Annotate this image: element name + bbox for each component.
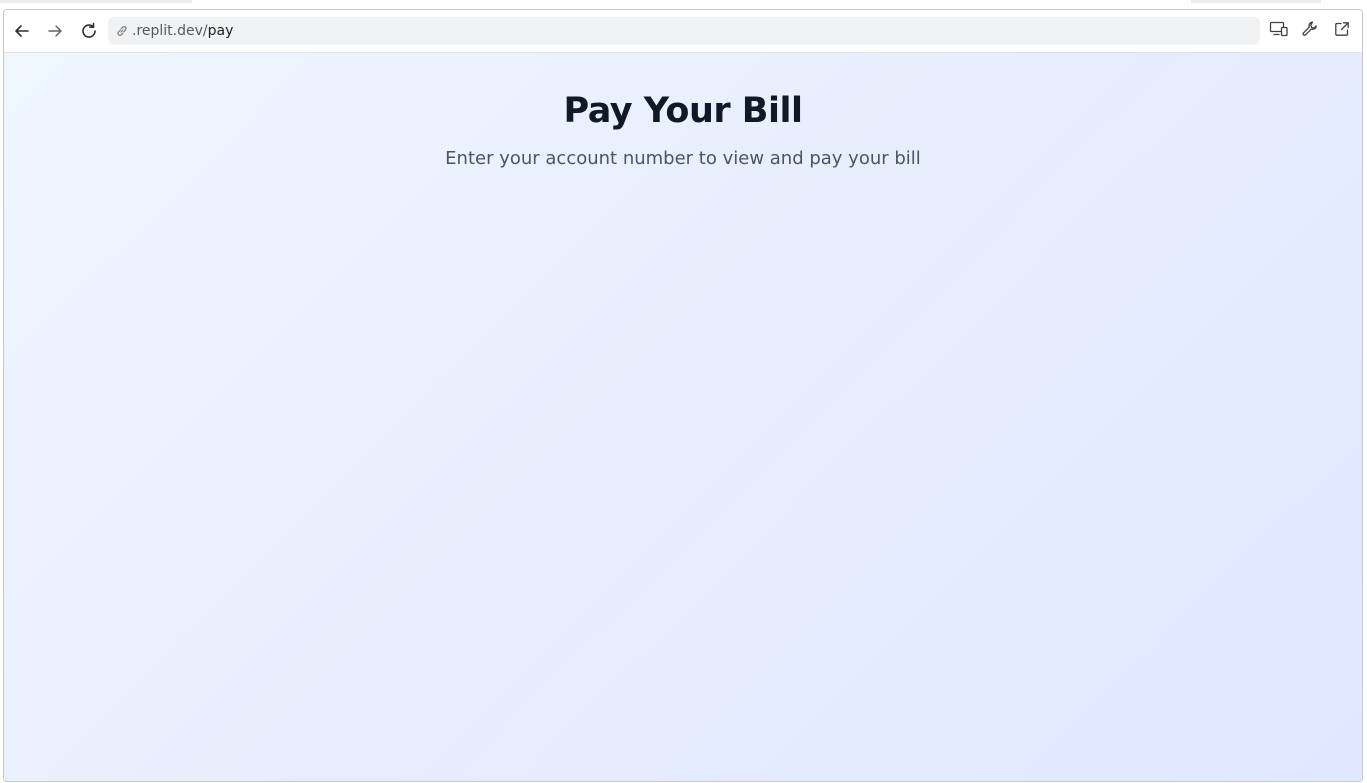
page-title: Pay Your Bill bbox=[563, 91, 803, 131]
arrow-right-icon bbox=[46, 22, 64, 40]
devices-button[interactable] bbox=[1267, 19, 1291, 43]
browser-toolbar: .replit.dev/pay bbox=[4, 10, 1362, 53]
external-link-icon bbox=[1333, 20, 1351, 43]
devices-icon bbox=[1269, 20, 1289, 43]
tab-strip bbox=[0, 0, 1367, 9]
page-viewport: Pay Your Bill Enter your account number … bbox=[4, 53, 1362, 781]
address-bar[interactable]: .replit.dev/pay bbox=[108, 17, 1260, 45]
page-subtitle: Enter your account number to view and pa… bbox=[445, 148, 921, 169]
reload-button[interactable] bbox=[77, 19, 101, 43]
tab-right[interactable] bbox=[1191, 0, 1321, 3]
reload-icon bbox=[79, 21, 99, 41]
tab-left[interactable] bbox=[0, 0, 192, 3]
browser-window: .replit.dev/pay Pay Your Bill Enter your… bbox=[3, 9, 1363, 782]
url-host: .replit.dev/ bbox=[132, 23, 208, 39]
url-path: pay bbox=[207, 23, 234, 39]
wrench-icon bbox=[1301, 20, 1319, 43]
link-icon bbox=[114, 23, 130, 39]
url-text: .replit.dev/pay bbox=[132, 23, 233, 39]
arrow-left-icon bbox=[13, 22, 31, 40]
back-button[interactable] bbox=[10, 19, 34, 43]
forward-button[interactable] bbox=[43, 19, 67, 43]
tools-button[interactable] bbox=[1298, 19, 1322, 43]
open-new-tab-button[interactable] bbox=[1330, 19, 1354, 43]
